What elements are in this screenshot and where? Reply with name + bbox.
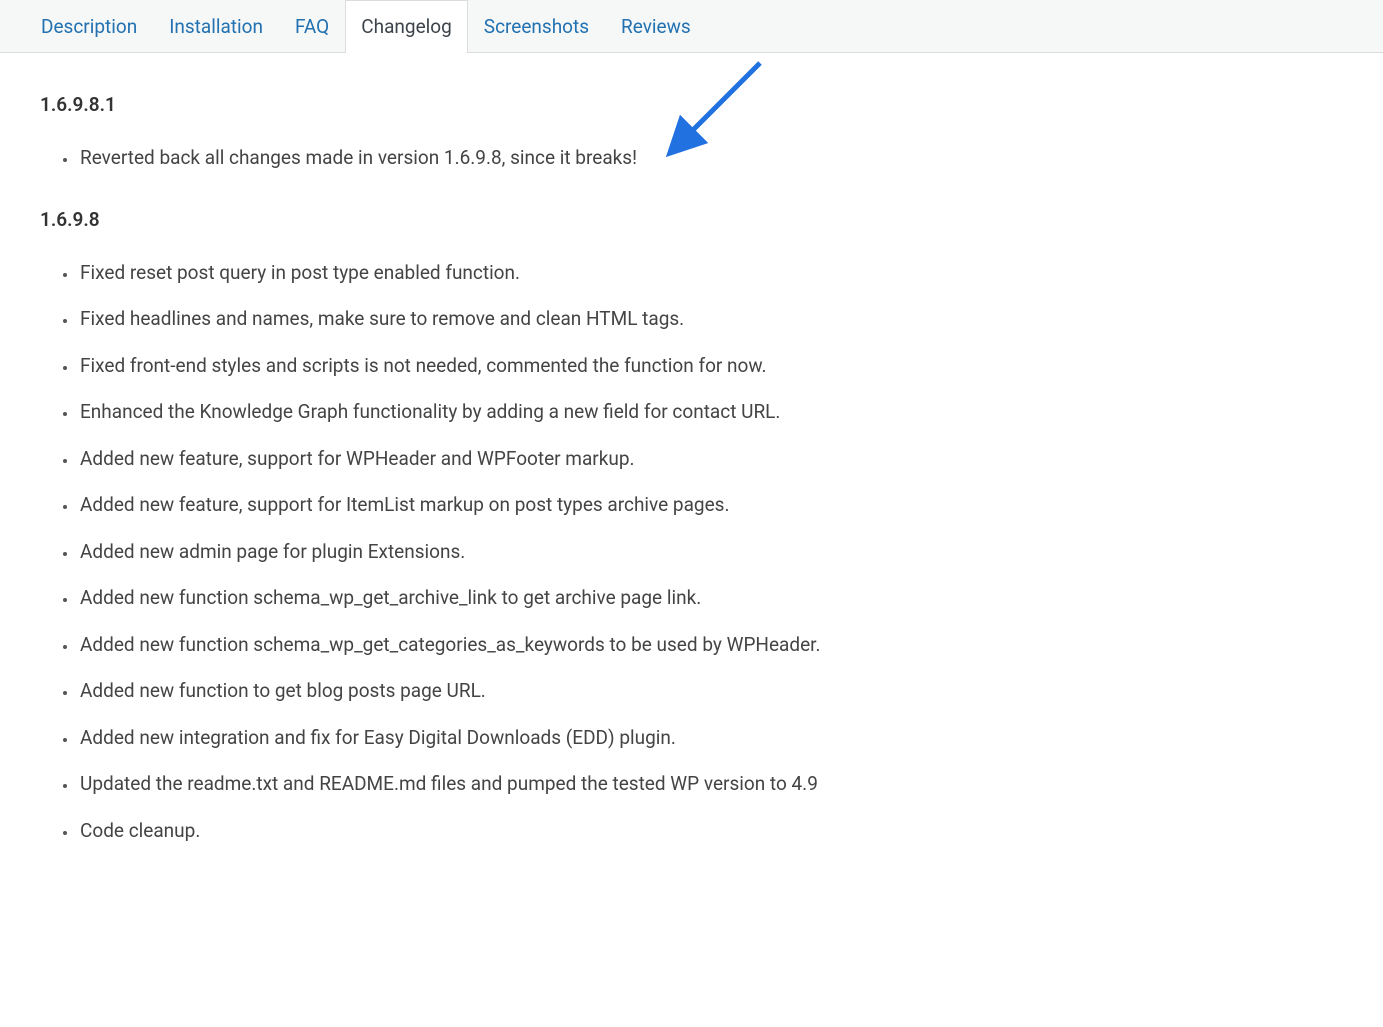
version-block: 1.6.9.8 Fixed reset post query in post ty… (40, 208, 1240, 846)
tab-bar: DescriptionInstallationFAQChangelogScree… (0, 0, 1383, 53)
change-item: Enhanced the Knowledge Graph functionali… (78, 398, 1240, 427)
change-item: Added new feature, support for ItemList … (78, 491, 1240, 520)
change-item: Added new admin page for plugin Extensio… (78, 538, 1240, 567)
change-item: Fixed headlines and names, make sure to … (78, 305, 1240, 334)
change-item: Added new function to get blog posts pag… (78, 677, 1240, 706)
change-list: Fixed reset post query in post type enab… (40, 259, 1240, 846)
change-list: Reverted back all changes made in versio… (40, 144, 1240, 173)
tab-reviews[interactable]: Reviews (605, 0, 707, 52)
change-item: Code cleanup. (78, 817, 1240, 846)
change-item: Added new function schema_wp_get_categor… (78, 631, 1240, 660)
version-block: 1.6.9.8.1 Reverted back all changes made … (40, 93, 1240, 173)
tab-description[interactable]: Description (25, 0, 153, 52)
change-item: Fixed reset post query in post type enab… (78, 259, 1240, 288)
change-item: Fixed front-end styles and scripts is no… (78, 352, 1240, 381)
change-item: Added new integration and fix for Easy D… (78, 724, 1240, 753)
change-item: Added new feature, support for WPHeader … (78, 445, 1240, 474)
change-item: Updated the readme.txt and README.md fil… (78, 770, 1240, 799)
version-title: 1.6.9.8.1 (40, 93, 1240, 116)
tab-installation[interactable]: Installation (153, 0, 279, 52)
changelog-content: 1.6.9.8.1 Reverted back all changes made … (0, 53, 1280, 910)
tab-changelog[interactable]: Changelog (345, 0, 468, 53)
change-item: Reverted back all changes made in versio… (78, 144, 1240, 173)
change-item: Added new function schema_wp_get_archive… (78, 584, 1240, 613)
tab-screenshots[interactable]: Screenshots (468, 0, 605, 52)
tab-faq[interactable]: FAQ (279, 0, 345, 52)
version-title: 1.6.9.8 (40, 208, 1240, 231)
